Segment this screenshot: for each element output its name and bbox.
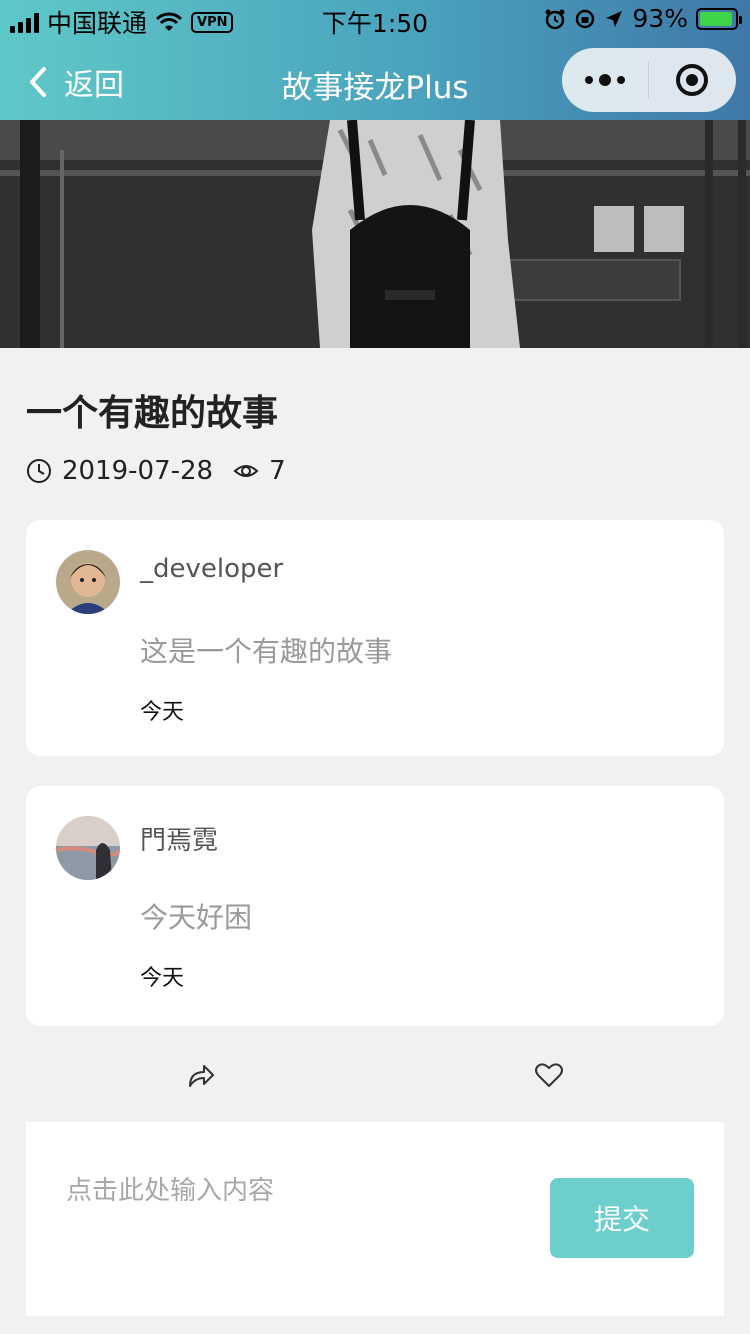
- clock-icon: [27, 459, 51, 483]
- battery-percent: 93%: [632, 4, 688, 33]
- comment-card: _developer 这是一个有趣的故事 今天: [26, 520, 724, 756]
- avatar-child-photo: [56, 550, 120, 614]
- close-miniprogram-button[interactable]: [649, 62, 735, 98]
- comment-content: 今天好困: [140, 901, 253, 934]
- story-title: 一个有趣的故事: [26, 393, 279, 434]
- avatar[interactable]: [56, 550, 120, 614]
- navigation-bar: 返回 故事接龙Plus: [0, 40, 750, 120]
- heart-icon[interactable]: [534, 1060, 564, 1090]
- cover-image: [0, 120, 750, 348]
- battery-fill: [700, 11, 732, 26]
- eye-icon: [233, 465, 259, 477]
- alarm-icon: [545, 9, 565, 29]
- location-icon: [606, 10, 623, 27]
- story-date: 2019-07-28: [62, 456, 214, 486]
- avatar[interactable]: [56, 816, 120, 880]
- avatar-lake-photo: [56, 816, 120, 880]
- more-dot-icon: [617, 76, 625, 84]
- status-right: 93%: [544, 4, 742, 33]
- comment-time: 今天: [140, 700, 185, 725]
- more-dot-icon: [585, 76, 593, 84]
- story-view-count: 7: [269, 456, 286, 486]
- status-bar: 中国联通 VPN 下午1:50 93%: [0, 0, 750, 40]
- comment-username[interactable]: 門焉霓: [140, 820, 218, 857]
- comment-username[interactable]: _developer: [140, 554, 283, 584]
- comment-composer: 提交: [26, 1122, 724, 1316]
- action-bar: [0, 1058, 750, 1092]
- comment-input[interactable]: [66, 1170, 506, 1280]
- story-meta: 2019-07-28 7: [26, 456, 286, 486]
- more-button[interactable]: [562, 74, 648, 86]
- more-dot-icon: [599, 74, 611, 86]
- cover-photo-illustration: [0, 120, 750, 348]
- rotation-lock-icon: [576, 9, 595, 28]
- comment-content: 这是一个有趣的故事: [140, 635, 393, 668]
- target-icon: [676, 64, 708, 96]
- submit-button[interactable]: 提交: [550, 1178, 694, 1258]
- comment-time: 今天: [140, 966, 185, 991]
- battery-icon: [696, 7, 742, 30]
- top-bar: 中国联通 VPN 下午1:50 93% 返回 故事接龙Plus: [0, 0, 750, 120]
- comment-card: 門焉霓 今天好困 今天: [26, 786, 724, 1026]
- miniprogram-capsule: [562, 48, 736, 112]
- share-icon[interactable]: [186, 1060, 216, 1090]
